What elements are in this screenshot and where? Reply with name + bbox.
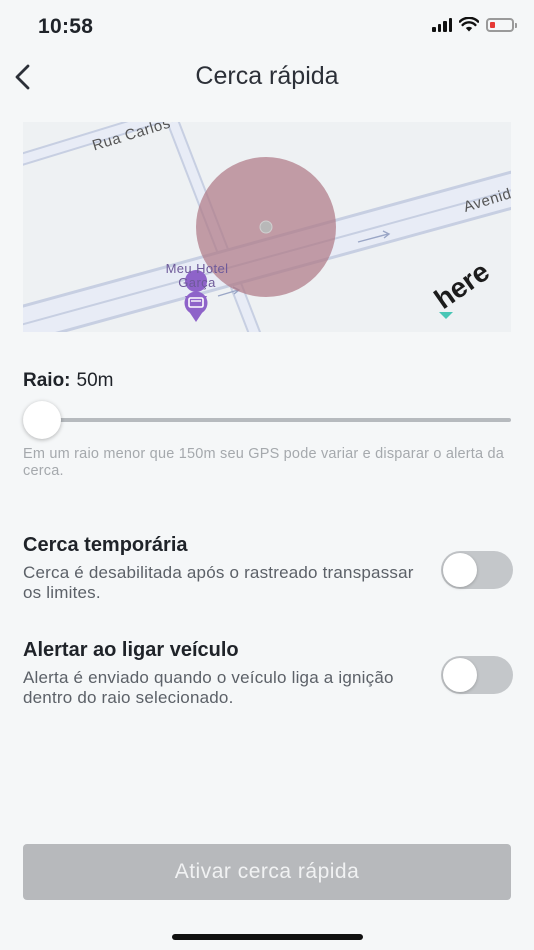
status-time: 10:58 xyxy=(38,15,94,38)
option-title: Alertar ao ligar veículo xyxy=(23,639,239,661)
radius-hint: Em um raio menor que 150m seu GPS pode v… xyxy=(23,446,505,479)
home-indicator xyxy=(172,934,363,940)
toggle-knob xyxy=(443,553,477,587)
option-temporary-fence: Cerca temporária Cerca é desabilitada ap… xyxy=(23,534,513,603)
svg-text:here: here xyxy=(429,256,495,315)
option-description: Alerta é enviado quando o veículo liga a… xyxy=(23,668,394,707)
nav-bar: Cerca rápida xyxy=(0,52,534,102)
fence-center-dot xyxy=(259,220,273,234)
option-ignition-alert: Alertar ao ligar veículo Alerta é enviad… xyxy=(23,639,513,708)
status-bar: 10:58 xyxy=(0,0,534,52)
status-icons xyxy=(432,17,517,32)
option-title: Cerca temporária xyxy=(23,534,188,556)
option-description: Cerca é desabilitada após o rastreado tr… xyxy=(23,563,414,602)
radius-label: Raio: xyxy=(23,370,71,391)
radius-slider[interactable] xyxy=(23,400,511,439)
wifi-icon xyxy=(459,17,479,32)
page-title: Cerca rápida xyxy=(195,62,339,90)
battery-low-icon xyxy=(486,17,517,32)
here-logo: here xyxy=(429,256,495,315)
ignition-alert-toggle[interactable] xyxy=(441,656,513,694)
slider-track[interactable] xyxy=(23,418,511,422)
battery-level xyxy=(490,21,495,28)
toggle-knob xyxy=(443,658,477,692)
activate-fence-button[interactable]: Ativar cerca rápida xyxy=(23,844,511,900)
temporary-fence-toggle[interactable] xyxy=(441,551,513,589)
poi-label: Meu Hotel Garça xyxy=(165,261,229,290)
radius-row: Raio: 50m xyxy=(23,370,113,392)
signal-icon xyxy=(432,17,452,32)
slider-thumb[interactable] xyxy=(23,401,61,439)
map-view[interactable]: here Rua Carlos Avenid Meu Hotel Garça xyxy=(23,122,511,332)
radius-value: 50m xyxy=(76,370,114,391)
